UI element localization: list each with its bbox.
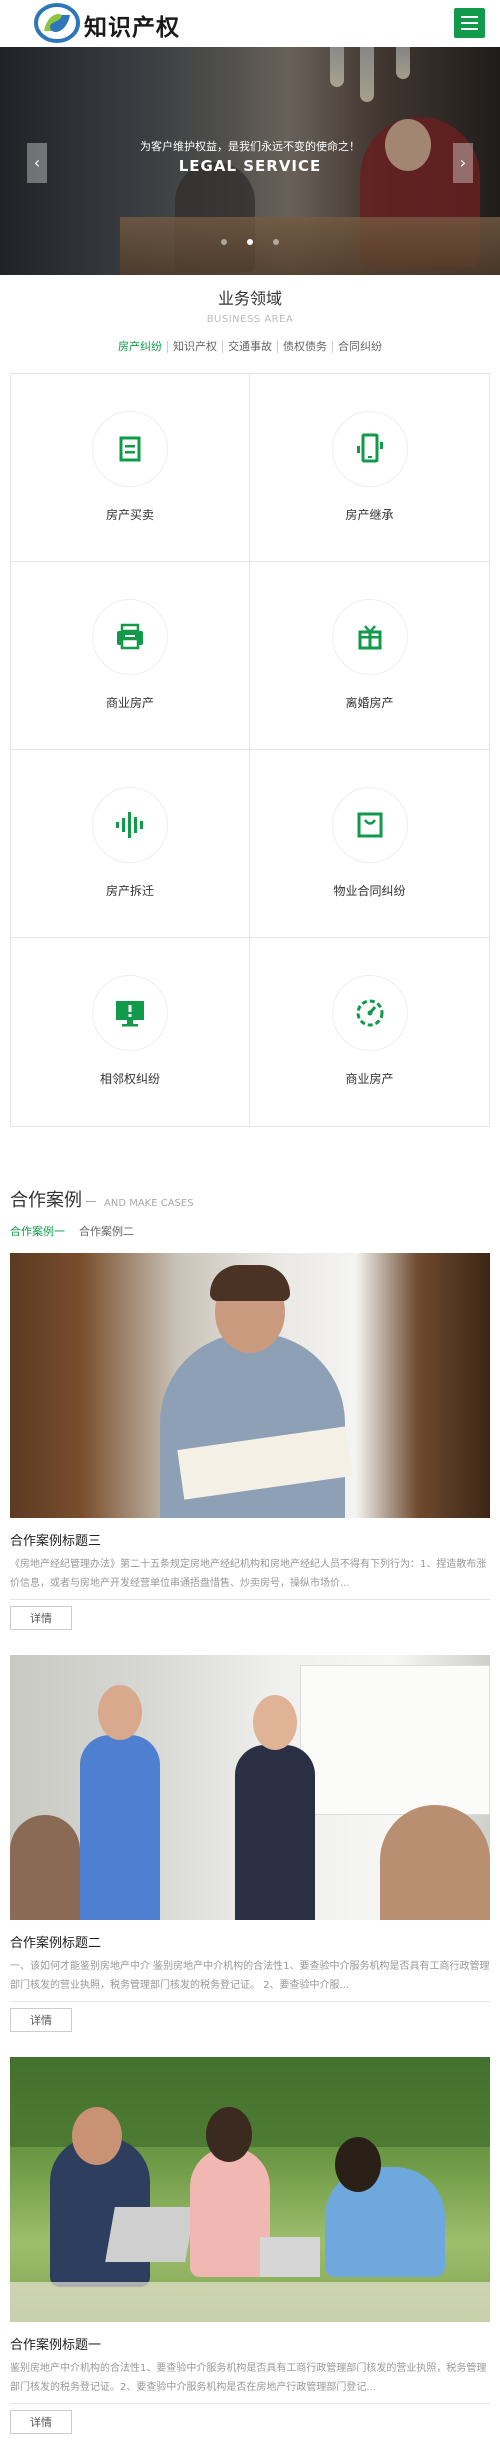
- business-item-label: 房产继承: [345, 508, 394, 522]
- business-item[interactable]: 物业合同纠纷: [250, 750, 489, 938]
- business-item-label: 物业合同纠纷: [333, 884, 406, 898]
- logo-icon[interactable]: [34, 3, 80, 43]
- business-item[interactable]: 房产买卖: [11, 374, 250, 562]
- business-item-label: 房产拆迁: [105, 884, 154, 898]
- tab-business-3[interactable]: 债权债务: [277, 341, 332, 353]
- business-item-label: 商业房产: [105, 696, 154, 710]
- banner-dot[interactable]: [273, 239, 279, 245]
- banner-next-arrow-icon[interactable]: ›: [453, 143, 473, 183]
- business-item[interactable]: 商业房产: [250, 938, 489, 1126]
- phone-icon: [331, 411, 408, 487]
- document-icon: [92, 411, 168, 487]
- menu-button[interactable]: [454, 8, 485, 38]
- case-description: 一、该如何才能鉴别房地产中介 鉴别房地产中介机构的合法性1、要查验中介服务机构是…: [10, 1961, 490, 1991]
- tab-business-0[interactable]: 房产纠纷: [113, 341, 167, 353]
- tab-business-2[interactable]: 交通事故: [222, 341, 277, 353]
- business-item[interactable]: 离婚房产: [250, 562, 489, 750]
- banner-title: LEGAL SERVICE: [178, 157, 322, 175]
- case-tabs: 合作案例一 合作案例二: [10, 1223, 134, 1239]
- tab-business-4[interactable]: 合同纠纷: [332, 341, 387, 353]
- business-item-label: 离婚房产: [345, 696, 394, 710]
- case-image[interactable]: [10, 2057, 490, 2322]
- banner-subtitle: 为客户维护权益，是我们永远不变的使命之！: [140, 140, 360, 153]
- banner-prev-arrow-icon[interactable]: ‹: [27, 143, 47, 183]
- banner-pagination: [0, 239, 500, 245]
- business-subtitle: BUSINESS AREA: [206, 314, 294, 325]
- case-title[interactable]: 合作案例标题二: [10, 1932, 490, 1951]
- business-item[interactable]: 商业房产: [11, 562, 250, 750]
- business-title: 业务领域: [217, 289, 282, 308]
- case-card: 合作案例标题三 《房地产经纪管理办法》第二十五条规定房地产经纪机构和房地产经纪人…: [10, 1253, 490, 1630]
- case-detail-button[interactable]: 详情: [10, 1606, 72, 1630]
- business-tabs: 房产纠纷 知识产权 交通事故 债权债务 合同纠纷: [0, 341, 500, 353]
- tab-business-1[interactable]: 知识产权: [167, 341, 222, 353]
- case-image[interactable]: [10, 1253, 490, 1518]
- tab-case-0[interactable]: 合作案例一: [10, 1223, 65, 1239]
- case-detail-button[interactable]: 详情: [10, 2008, 72, 2032]
- business-item[interactable]: 房产继承: [250, 374, 489, 562]
- banner-dot-active[interactable]: [247, 239, 253, 245]
- business-grid: 房产买卖 房产继承 商业房产 离婚房产 房产拆迁 物业合同纠纷 相邻权纠纷 商业…: [10, 373, 490, 1127]
- gift-icon: [331, 599, 408, 675]
- monitor-icon: [92, 975, 168, 1051]
- case-card: 合作案例标题二 一、该如何才能鉴别房地产中介 鉴别房地产中介机构的合法性1、要查…: [10, 1655, 490, 2032]
- tab-case-1[interactable]: 合作案例二: [79, 1223, 134, 1239]
- case-description: 《房地产经纪管理办法》第二十五条规定房地产经纪机构和房地产经纪人员不得有下列行为…: [10, 1559, 487, 1589]
- business-item-label: 相邻权纠纷: [99, 1072, 160, 1086]
- banner-dot[interactable]: [221, 239, 227, 245]
- logo-text[interactable]: 知识产权: [84, 8, 180, 42]
- bag-icon: [331, 787, 408, 863]
- case-title[interactable]: 合作案例标题一: [10, 2334, 490, 2353]
- cases-subtitle: AND MAKE CASES: [104, 1198, 194, 1209]
- header: 知识产权: [0, 0, 500, 47]
- case-title[interactable]: 合作案例标题三: [10, 1530, 490, 1549]
- cases-title: 合作案例 AND MAKE CASES: [10, 1190, 194, 1211]
- menu-icon: [461, 16, 478, 18]
- case-detail-button[interactable]: 详情: [10, 2410, 72, 2434]
- printer-icon: [92, 599, 168, 675]
- banner-slider[interactable]: 为客户维护权益，是我们永远不变的使命之！ LEGAL SERVICE ‹ ›: [0, 47, 500, 275]
- dashboard-icon: [331, 975, 408, 1051]
- business-item-label: 商业房产: [345, 1072, 394, 1086]
- business-item[interactable]: 房产拆迁: [11, 750, 250, 938]
- sound-wave-icon: [92, 787, 168, 863]
- business-item-label: 房产买卖: [105, 508, 154, 522]
- business-item[interactable]: 相邻权纠纷: [11, 938, 250, 1126]
- case-card: 合作案例标题一 鉴别房地产中介机构的合法性1、要查验中介服务机构是否具有工商行政…: [10, 2057, 490, 2434]
- case-description: 鉴别房地产中介机构的合法性1、要查验中介服务机构是否具有工商行政管理部门核发的营…: [10, 2363, 487, 2393]
- case-image[interactable]: [10, 1655, 490, 1920]
